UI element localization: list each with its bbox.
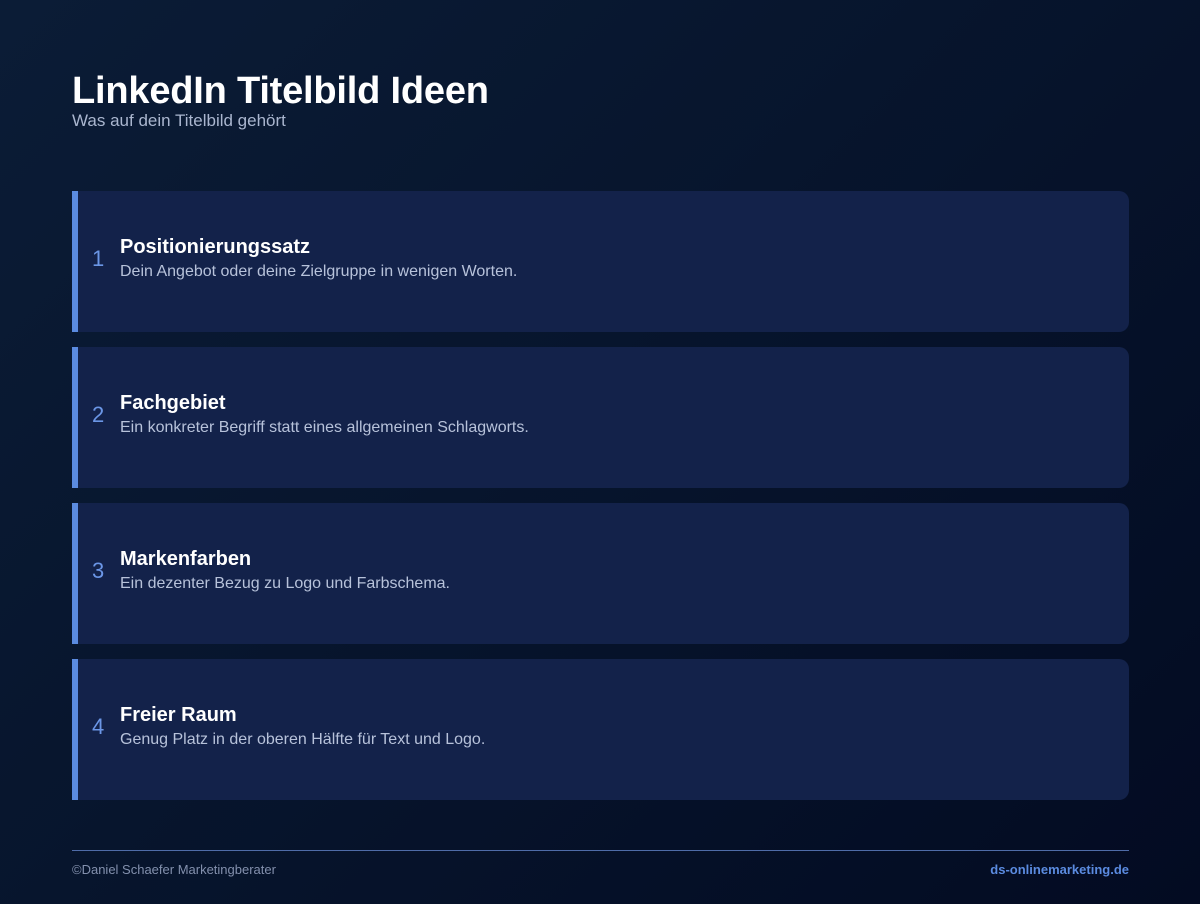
list-item: 2 Fachgebiet Ein konkreter Begriff statt…: [72, 347, 1129, 488]
item-number: 4: [92, 714, 105, 739]
item-number: 2: [92, 402, 105, 427]
item-title: Fachgebiet: [120, 392, 226, 414]
item-title: Markenfarben: [120, 548, 252, 570]
footer-divider: [72, 850, 1129, 851]
list-item: 1 Positionierungssatz Dein Angebot oder …: [72, 191, 1129, 332]
list-item: 3 Markenfarben Ein dezenter Bezug zu Log…: [72, 503, 1129, 644]
footer-website-link[interactable]: ds-onlinemarketing.de: [990, 862, 1129, 878]
item-number: 1: [92, 246, 105, 271]
item-description: Genug Platz in der oberen Hälfte für Tex…: [120, 731, 486, 748]
page: LinkedIn Titelbild Ideen Was auf dein Ti…: [72, 0, 1129, 904]
item-title: Freier Raum: [120, 704, 237, 726]
item-number: 3: [92, 558, 105, 583]
page-title: LinkedIn Titelbild Ideen: [72, 70, 489, 112]
item-description: Ein dezenter Bezug zu Logo und Farbschem…: [120, 575, 450, 592]
item-description: Ein konkreter Begriff statt eines allgem…: [120, 419, 529, 436]
footer-copyright: ©Daniel Schaefer Marketingberater: [72, 862, 276, 877]
ideas-list: 1 Positionierungssatz Dein Angebot oder …: [72, 191, 1129, 815]
page-subtitle: Was auf dein Titelbild gehört: [72, 111, 286, 130]
item-title: Positionierungssatz: [120, 236, 311, 258]
list-item: 4 Freier Raum Genug Platz in der oberen …: [72, 659, 1129, 800]
item-description: Dein Angebot oder deine Zielgruppe in we…: [120, 263, 518, 280]
